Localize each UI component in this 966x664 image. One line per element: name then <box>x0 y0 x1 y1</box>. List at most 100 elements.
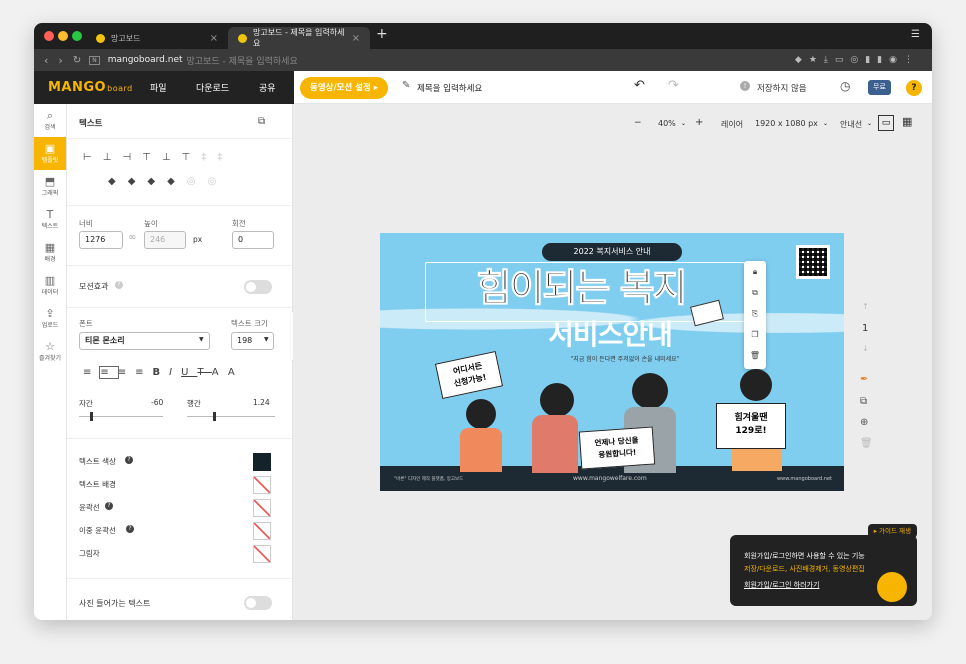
close-window-button[interactable] <box>44 31 54 41</box>
login-prompt-line2: 저장/다운로드, 사진배경제거, 동영상편집 <box>744 565 865 573</box>
browser-tab-2[interactable]: 망고보드 - 제목을 입력하세요 × <box>228 27 370 49</box>
canvas-size-select[interactable]: 1920 x 1080 px <box>755 119 818 128</box>
undo-icon[interactable]: ↶ <box>634 78 645 93</box>
star-icon: ☆ <box>45 340 55 353</box>
url-domain[interactable]: mangoboard.net <box>108 55 183 65</box>
person-girl-illustration <box>740 369 772 401</box>
layer-button[interactable]: 레이어 <box>721 119 743 130</box>
page-down-icon[interactable]: ↓ <box>862 344 869 353</box>
text-color-swatch[interactable] <box>253 453 271 471</box>
menu-download[interactable]: 다운로드 <box>196 81 229 94</box>
help-icon[interactable]: ? <box>126 525 134 533</box>
save-status[interactable]: 저장하지 않음 <box>757 82 807 94</box>
element-quick-toolbar[interactable]: 🔒︎ ⧉ ⎘ ❐ 🗑︎ <box>744 261 766 369</box>
sign-support: 언제나 당신을 응원합니다! <box>578 426 656 470</box>
help-icon[interactable]: ? <box>105 502 113 510</box>
design-subtitle[interactable]: "지금 힘이 든다면 주저없이 손을 내미세요" <box>530 354 720 363</box>
width-input[interactable]: 1276 <box>79 231 123 249</box>
minimize-window-button[interactable] <box>58 31 68 41</box>
sidebar-item-upload[interactable]: ⇪ 업로드 <box>34 302 66 335</box>
background-icon: ▦ <box>44 241 56 254</box>
photo-text-toggle[interactable] <box>244 596 272 610</box>
link-icon[interactable]: ∞ <box>128 232 136 243</box>
canvas-area: − 40% ⌄ + 레이어 1920 x 1080 px ⌄ 안내선 ⌄ ▭ ▦… <box>293 104 932 620</box>
outline-swatch[interactable] <box>253 499 271 517</box>
line-height-slider[interactable] <box>213 412 216 421</box>
text-background-swatch[interactable] <box>253 476 271 494</box>
back-icon[interactable]: ‹ <box>44 54 48 67</box>
motion-toggle[interactable] <box>244 280 272 294</box>
ungroup-icon[interactable]: ⧉ <box>258 116 265 127</box>
info-icon: ! <box>740 81 750 91</box>
forward-icon[interactable]: › <box>58 54 62 67</box>
add-page-icon[interactable]: ⊕ <box>860 417 868 428</box>
login-prompt-popup: ▸ 가이드 재생 회원가입/로그인하면 사용할 수 있는 기능 저장/다운로드,… <box>730 524 917 606</box>
align-objects-toolbar[interactable]: ⊢⊥⊣⊤⊥⊤‡‡ <box>83 152 233 163</box>
guide-play-button[interactable]: ▸ 가이드 재생 <box>867 524 917 538</box>
url-page-title[interactable]: 망고보드 - 제목을 입력하세요 <box>187 54 298 67</box>
sidebar-item-favorites[interactable]: ☆ 즐겨찾기 <box>34 335 66 368</box>
text-properties-panel: 텍스트 ⧉ ⊢⊥⊣⊤⊥⊤‡‡ ◆◆◆◆◎◎ 너비 1276 ∞ 높이 246 p… <box>67 104 301 620</box>
chevron-down-icon: ⌄ <box>823 120 829 127</box>
text-format-toolbar[interactable]: ≡≡≡≡BIUTAA <box>83 366 244 379</box>
zoom-out-button[interactable]: − <box>634 118 642 128</box>
history-icon[interactable]: ◷ <box>840 79 850 93</box>
person-child-body <box>460 428 502 472</box>
upload-icon: ⇪ <box>45 307 55 320</box>
page-number: 1 <box>862 323 869 334</box>
icon-sidebar: ⌕ 검색 ▣ 템플릿 ⬒ 그래픽 T 텍스트 ▦ 배경 ▥ 데이터 ⇪ 업로드 ☆ 즐겨찾기 <box>34 104 67 620</box>
browser-tab-1[interactable]: 망고보드 × <box>86 27 228 49</box>
double-outline-swatch[interactable] <box>253 522 271 540</box>
maximize-window-button[interactable] <box>72 31 82 41</box>
font-select[interactable]: 티몬 몬소리 <box>79 332 210 350</box>
site-info-icon[interactable]: N <box>89 55 100 65</box>
browser-extension-icons[interactable]: ◆★⤓▭◎▮▮◉⋮ <box>795 55 920 65</box>
rotate-input[interactable]: 0 <box>232 231 274 249</box>
mangoboard-logo[interactable]: MANGOboard <box>48 80 133 95</box>
reload-icon[interactable]: ↻ <box>73 55 81 66</box>
tab-menu-icon[interactable]: ☰ <box>911 29 920 40</box>
delete-page-icon[interactable]: 🗑︎ <box>860 438 873 449</box>
sidebar-item-background[interactable]: ▦ 배경 <box>34 236 66 269</box>
sidebar-item-graphic[interactable]: ⬒ 그래픽 <box>34 170 66 203</box>
design-title-2[interactable]: 서비스안내 <box>530 313 690 353</box>
sidebar-item-text[interactable]: T 텍스트 <box>34 203 66 236</box>
plan-badge[interactable]: 무료 <box>868 80 891 95</box>
motion-settings-button[interactable]: 동영상/모션 설정 ▸ <box>300 77 389 99</box>
design-footer-right: www.mangoboard.net <box>777 476 832 482</box>
redo-icon[interactable]: ↷ <box>668 78 679 93</box>
sidebar-item-template[interactable]: ▣ 템플릿 <box>34 137 66 170</box>
qr-code-image[interactable] <box>796 245 830 279</box>
new-tab-button[interactable]: + <box>376 26 388 42</box>
document-title-input[interactable]: 제목을 입력하세요 <box>417 82 482 94</box>
login-prompt-line1: 회원가입/로그인하면 사용할 수 있는 기능 <box>744 552 865 560</box>
page-up-icon[interactable]: ↑ <box>862 302 869 311</box>
graphic-icon: ⬒ <box>44 175 56 188</box>
menu-file[interactable]: 파일 <box>150 81 167 94</box>
shadow-swatch[interactable] <box>253 545 271 563</box>
height-input[interactable]: 246 <box>144 231 186 249</box>
help-icon[interactable]: ? <box>906 80 922 96</box>
menu-share[interactable]: 공유 <box>259 81 276 94</box>
design-footer-left: "바른" 디자인 제작 플랫폼, 망고보드 <box>394 477 464 482</box>
login-link[interactable]: 회원가입/로그인 하러가기 <box>744 580 819 590</box>
grid-view-icon[interactable]: ▦ <box>902 115 912 128</box>
zoom-in-button[interactable]: + <box>695 117 703 128</box>
help-icon[interactable]: ? <box>125 456 133 464</box>
color-picker-icon[interactable]: ✒ <box>860 374 868 385</box>
sidebar-item-search[interactable]: ⌕ 검색 <box>34 104 66 137</box>
guide-select[interactable]: 안내선 <box>840 119 862 130</box>
chevron-down-icon: ▼ <box>199 336 204 343</box>
duplicate-page-icon[interactable]: ⧉ <box>860 396 867 407</box>
layer-order-toolbar[interactable]: ◆◆◆◆◎◎ <box>108 176 228 187</box>
browser-tab-bar: 망고보드 × 망고보드 - 제목을 입력하세요 × + ☰ <box>34 23 932 49</box>
tab-close-icon[interactable]: × <box>352 33 360 44</box>
letter-spacing-slider[interactable] <box>90 412 93 421</box>
single-page-view-icon[interactable]: ▭ <box>878 115 894 131</box>
tab-close-icon[interactable]: × <box>210 33 218 44</box>
person-mother-illustration <box>540 383 574 417</box>
zoom-level[interactable]: 40% <box>658 119 676 128</box>
sidebar-item-data[interactable]: ▥ 데이터 <box>34 269 66 302</box>
help-icon[interactable]: ? <box>115 281 123 289</box>
design-canvas[interactable]: "바른" 디자인 제작 플랫폼, 망고보드 www.mangowelfare.c… <box>380 233 844 491</box>
